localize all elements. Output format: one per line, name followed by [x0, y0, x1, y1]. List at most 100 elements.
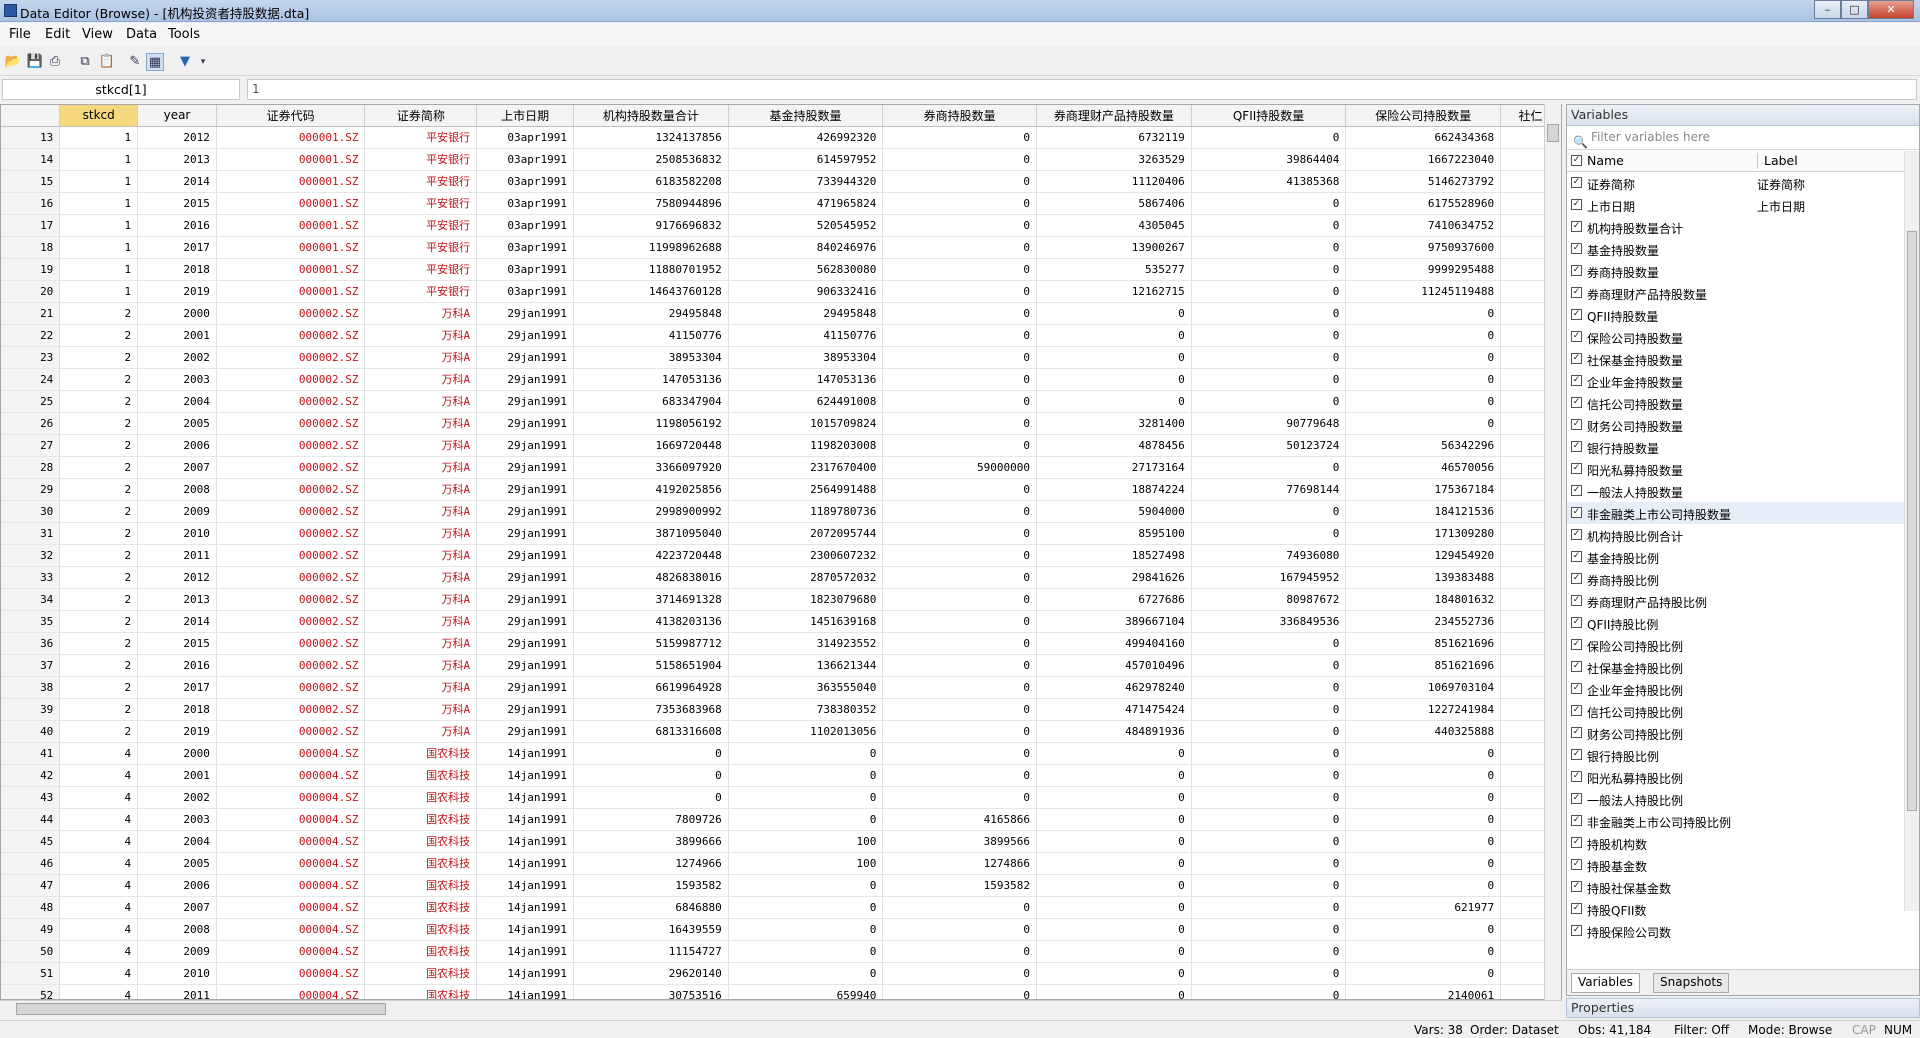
table-cell[interactable]: 0 — [882, 280, 1037, 303]
table-cell[interactable]: 2 — [59, 302, 139, 325]
variables-scrollbar[interactable] — [1904, 151, 1919, 911]
table-cell[interactable]: 4305045 — [1036, 214, 1192, 237]
table-cell[interactable]: 29jan1991 — [476, 522, 575, 545]
table-cell[interactable]: 000001.SZ — [216, 170, 366, 193]
table-cell[interactable]: 6175528960 — [1345, 192, 1502, 215]
table-cell[interactable]: 000004.SZ — [216, 764, 366, 787]
table-cell[interactable]: 840246976 — [728, 236, 884, 259]
table-cell[interactable]: 03apr1991 — [476, 280, 575, 303]
variable-checkbox[interactable]: ✓ — [1571, 353, 1582, 364]
table-cell[interactable]: 6732119 — [1036, 126, 1192, 149]
table-cell[interactable]: 2 — [59, 456, 139, 479]
table-cell[interactable]: 59000000 — [882, 456, 1037, 479]
table-cell[interactable]: 000002.SZ — [216, 434, 366, 457]
table-cell[interactable]: 14jan1991 — [476, 764, 575, 787]
variable-item[interactable]: ✓ 阳光私募持股比例 — [1567, 766, 1919, 788]
table-cell[interactable]: 139383488 — [1345, 566, 1502, 589]
table-cell[interactable]: 2012 — [137, 566, 217, 589]
variable-item[interactable]: ✓ 券商持股数量 — [1567, 260, 1919, 282]
table-cell[interactable]: 0 — [1191, 324, 1347, 347]
table-cell[interactable]: 29jan1991 — [476, 698, 575, 721]
table-cell[interactable]: 41150776 — [728, 324, 884, 347]
menu-file[interactable]: File — [9, 27, 31, 42]
table-cell[interactable]: 0 — [882, 500, 1037, 523]
variable-item[interactable]: ✓ 银行持股数量 — [1567, 436, 1919, 458]
table-cell[interactable]: 1 — [59, 126, 139, 149]
table-cell[interactable]: 147053136 — [573, 368, 729, 391]
table-cell[interactable]: 1 — [59, 192, 139, 215]
table-cell[interactable]: 2010 — [137, 962, 217, 985]
table-cell[interactable]: 0 — [573, 742, 729, 765]
table-cell[interactable]: 国农科技 — [364, 742, 478, 765]
table-cell[interactable]: 4 — [59, 830, 139, 853]
table-cell[interactable]: 万科A — [364, 610, 478, 633]
variable-checkbox[interactable]: ✓ — [1571, 287, 1582, 298]
table-cell[interactable]: 2 — [59, 566, 139, 589]
table-cell[interactable]: 0 — [1191, 500, 1347, 523]
table-cell[interactable]: 国农科技 — [364, 962, 478, 985]
table-cell[interactable]: 国农科技 — [364, 940, 478, 963]
column-header[interactable]: 证券简称 — [364, 105, 478, 127]
variable-checkbox[interactable]: ✓ — [1571, 397, 1582, 408]
table-cell[interactable]: 2005 — [137, 412, 217, 435]
table-cell[interactable]: 0 — [1191, 236, 1347, 259]
table-cell[interactable]: 03apr1991 — [476, 192, 575, 215]
table-cell[interactable]: 1 — [59, 258, 139, 281]
table-cell[interactable]: 29jan1991 — [476, 588, 575, 611]
grid-horizontal-scrollbar[interactable] — [0, 1000, 1562, 1016]
table-cell[interactable]: 4826838016 — [573, 566, 729, 589]
table-cell[interactable]: 4 — [59, 962, 139, 985]
close-button[interactable]: ✕ — [1868, 0, 1914, 19]
table-cell[interactable]: 562830080 — [728, 258, 884, 281]
variable-item[interactable]: ✓ 阳光私募持股数量 — [1567, 458, 1919, 480]
table-cell[interactable]: 2 — [59, 500, 139, 523]
table-cell[interactable]: 0 — [882, 170, 1037, 193]
variable-item[interactable]: ✓ 机构持股数量合计 — [1567, 216, 1919, 238]
table-cell[interactable]: 平安银行 — [364, 214, 478, 237]
table-cell[interactable]: 000004.SZ — [216, 962, 366, 985]
table-cell[interactable]: 1 — [59, 170, 139, 193]
table-cell[interactable]: 0 — [882, 412, 1037, 435]
table-cell[interactable]: 29jan1991 — [476, 544, 575, 567]
table-cell[interactable]: 000001.SZ — [216, 258, 366, 281]
table-cell[interactable]: 484891936 — [1036, 720, 1192, 743]
table-cell[interactable]: 2001 — [137, 764, 217, 787]
table-cell[interactable]: 2870572032 — [728, 566, 884, 589]
table-cell[interactable]: 0 — [1036, 918, 1192, 941]
table-cell[interactable]: 29jan1991 — [476, 566, 575, 589]
table-cell[interactable]: 50123724 — [1191, 434, 1347, 457]
table-cell[interactable]: 000002.SZ — [216, 390, 366, 413]
variable-checkbox[interactable]: ✓ — [1571, 617, 1582, 628]
menu-data[interactable]: Data — [126, 27, 157, 42]
table-cell[interactable]: 29jan1991 — [476, 632, 575, 655]
table-cell[interactable]: 29jan1991 — [476, 368, 575, 391]
table-cell[interactable]: 29jan1991 — [476, 720, 575, 743]
table-cell[interactable]: 4 — [59, 896, 139, 919]
table-cell[interactable]: 万科A — [364, 720, 478, 743]
table-cell[interactable]: 0 — [1191, 522, 1347, 545]
table-cell[interactable]: 363555040 — [728, 676, 884, 699]
table-cell[interactable]: 41150776 — [573, 324, 729, 347]
table-cell[interactable]: 1274966 — [573, 852, 729, 875]
table-cell[interactable]: 2002 — [137, 786, 217, 809]
table-cell[interactable]: 11998962688 — [573, 236, 729, 259]
table-cell[interactable]: 4878456 — [1036, 434, 1192, 457]
data-grid[interactable]: stkcd year 证券代码 证券简称 上市日期 机构持股数量合计 基金持股数量 券商持股数… — [0, 104, 1562, 1000]
table-cell[interactable]: 2019 — [137, 720, 217, 743]
column-header[interactable]: 上市日期 — [476, 105, 575, 127]
table-cell[interactable]: 0 — [1345, 874, 1502, 897]
table-cell[interactable]: 0 — [882, 434, 1037, 457]
table-cell[interactable]: 000002.SZ — [216, 346, 366, 369]
table-cell[interactable]: 0 — [1036, 874, 1192, 897]
table-cell[interactable]: 000002.SZ — [216, 302, 366, 325]
table-cell[interactable]: 1667223040 — [1345, 148, 1502, 171]
table-cell[interactable]: 2017 — [137, 236, 217, 259]
table-cell[interactable]: 16439559 — [573, 918, 729, 941]
menu-tools[interactable]: Tools — [168, 27, 200, 42]
variable-item[interactable]: ✓ 一般法人持股比例 — [1567, 788, 1919, 810]
table-cell[interactable]: 0 — [882, 324, 1037, 347]
table-cell[interactable]: 0 — [1345, 324, 1502, 347]
table-cell[interactable]: 2016 — [137, 654, 217, 677]
table-cell[interactable]: 0 — [1191, 676, 1347, 699]
table-cell[interactable]: 4192025856 — [573, 478, 729, 501]
